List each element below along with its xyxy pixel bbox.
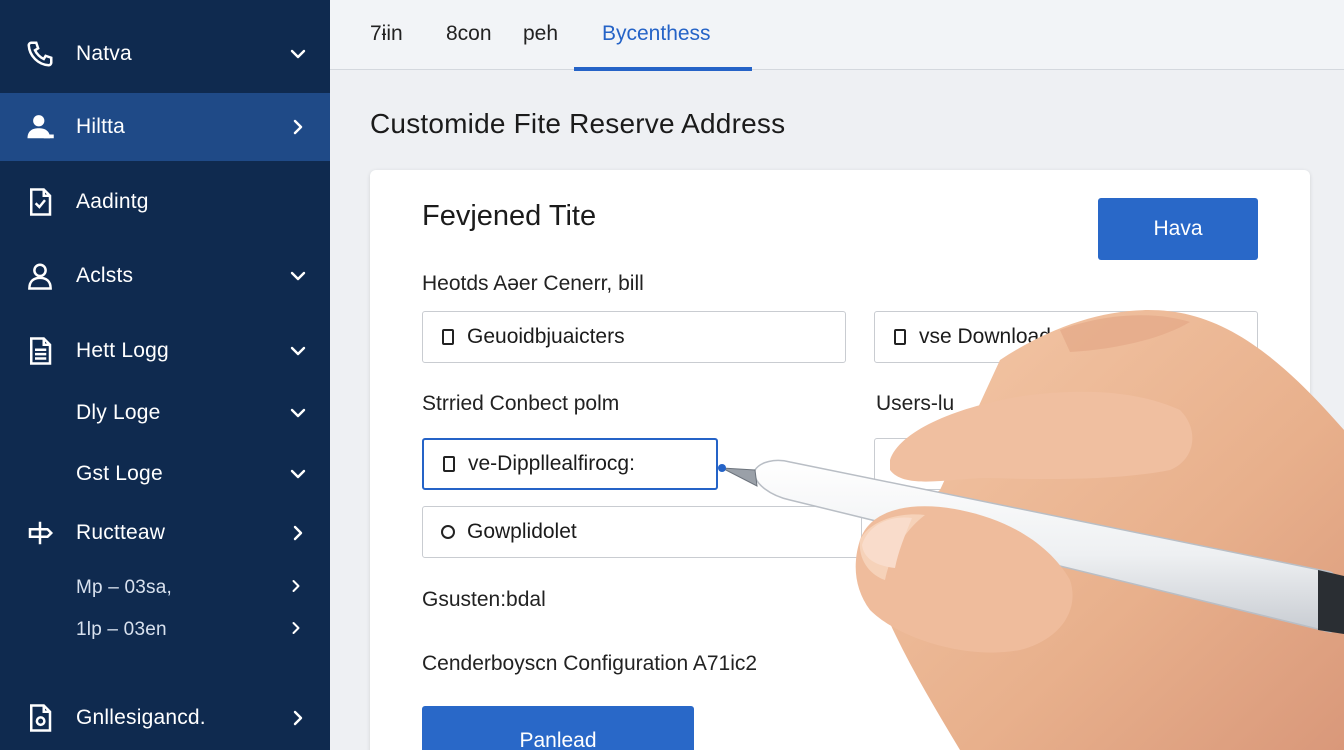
- sidebar-item-1lp[interactable]: 1lp – 03en: [0, 602, 330, 658]
- signpost-icon: [24, 517, 56, 549]
- tab-bycenthess[interactable]: Bycenthess: [602, 22, 711, 46]
- sidebar-item-label: Aclsts: [76, 264, 134, 287]
- sidebar-item-label: Aadintg: [76, 190, 149, 213]
- card-title: Fevjened Tite: [422, 200, 597, 232]
- panlead-button[interactable]: Panlead: [422, 706, 694, 750]
- path-input-1[interactable]: Geuoidbjuaicters: [422, 311, 846, 363]
- settings-document-icon: [24, 702, 56, 734]
- chevron-right-icon: [286, 521, 310, 545]
- chevron-down-icon: [286, 401, 310, 425]
- sidebar-item-label: 1lp – 03en: [76, 619, 167, 640]
- section-label: Cenderboyscn Configuration A71ic2: [422, 652, 758, 675]
- settings-card: Fevjened Tite Hava Heotds Aǝer Cenerr, b…: [370, 170, 1310, 750]
- sidebar-item-label: Hett Logg: [76, 339, 169, 362]
- main-content: 7ɨin 8con peh Bycenthess Customide Fite …: [330, 0, 1344, 750]
- path-input-focused[interactable]: ve-Dippllealfirocg:: [422, 438, 718, 490]
- section-label: Users-lu: [876, 392, 955, 415]
- sidebar-item-label: Gnllesigancd.: [76, 706, 206, 729]
- sidebar-item-label: Ructteaw: [76, 521, 166, 544]
- sidebar-item-label: Natva: [76, 42, 132, 65]
- field-value: vse Downloads: [919, 325, 1062, 348]
- sidebar-item-gst-loge[interactable]: Gst Loge: [0, 444, 330, 504]
- chevron-right-icon: [286, 618, 310, 642]
- tab-peh[interactable]: peh: [523, 22, 558, 46]
- sidebar-item-label: Dly Loge: [76, 401, 161, 424]
- sidebar-item-label: Mp – 03sa,: [76, 577, 172, 598]
- sidebar-item-label: Gst Loge: [76, 462, 163, 485]
- active-tab-indicator: [574, 67, 752, 71]
- downloads-input[interactable]: vse Downloads: [874, 311, 1258, 363]
- tab-8con[interactable]: 8con: [446, 22, 492, 46]
- chevron-right-icon: [286, 576, 310, 600]
- sidebar-item-gnllesigancd[interactable]: Gnllesigancd.: [0, 688, 330, 748]
- chevron-down-icon: [286, 42, 310, 66]
- sidebar-item-dly-loge[interactable]: Dly Loge: [0, 383, 330, 443]
- chevron-down-icon: [286, 264, 310, 288]
- section-label: Heotds Aǝer Cenerr, bill: [422, 272, 644, 295]
- field-value: Geuoidbjuaicters: [467, 325, 625, 348]
- path-input-2[interactable]: Gowplidolet: [422, 506, 862, 558]
- circle-icon: [439, 522, 457, 542]
- person-icon: [24, 260, 56, 292]
- sidebar-item-label: Hiltta: [76, 115, 126, 138]
- save-button[interactable]: Hava: [1098, 198, 1258, 260]
- sidebar-item-aclsts[interactable]: Aclsts: [0, 246, 330, 306]
- users-input[interactable]: [874, 438, 1034, 490]
- section-label: Gsusten:bdal: [422, 588, 546, 611]
- tab-7in[interactable]: 7ɨin: [370, 22, 403, 46]
- file-icon: [440, 454, 458, 474]
- document-check-icon: [24, 186, 56, 218]
- section-label: Strried Conbect polm: [422, 392, 620, 415]
- field-value: ve-Dippllealfirocg:: [468, 452, 635, 475]
- field-value: Gowplidolet: [467, 520, 577, 543]
- sidebar-item-ructteaw[interactable]: Ructteaw: [0, 503, 330, 563]
- chevron-down-icon: [286, 339, 310, 363]
- sidebar-item-aadintg[interactable]: Aadintg: [0, 172, 330, 232]
- tab-bar: 7ɨin 8con peh Bycenthess: [330, 0, 1344, 71]
- sidebar-item-hiltta[interactable]: Hiltta: [0, 93, 330, 161]
- sidebar: Natva Hiltta Aadintg Aclsts Hett Logg Dl…: [0, 0, 330, 750]
- page-title: Customide Fite Reserve Address: [370, 108, 786, 139]
- sidebar-item-natva[interactable]: Natva: [0, 24, 330, 84]
- user-icon: [24, 111, 56, 143]
- phone-icon: [24, 38, 56, 70]
- sidebar-item-hett-logg[interactable]: Hett Logg: [0, 321, 330, 381]
- chevron-right-icon: [286, 706, 310, 730]
- list-document-icon: [24, 335, 56, 367]
- chevron-right-icon: [286, 115, 310, 139]
- file-icon: [439, 327, 457, 347]
- file-icon: [891, 327, 909, 347]
- chevron-down-icon: [286, 462, 310, 486]
